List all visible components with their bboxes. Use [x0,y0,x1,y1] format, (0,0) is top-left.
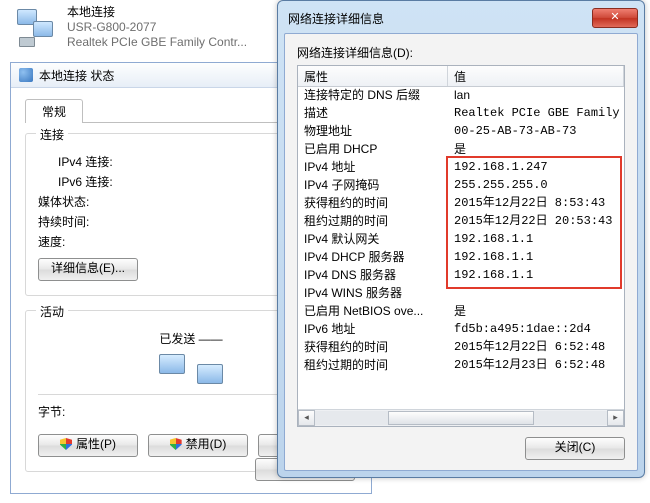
cell-property: IPv4 地址 [298,158,448,176]
list-row[interactable]: 租约过期的时间2015年12月22日 20:53:43 [298,212,624,230]
list-row[interactable]: IPv4 地址192.168.1.247 [298,158,624,176]
cell-value: fd5b:a495:1dae::2d4 [448,320,624,338]
group-activity-legend: 活动 [36,303,68,320]
ipv4-conn-label: IPv4 连接: [58,153,113,170]
ipv6-conn-label: IPv6 连接: [58,173,113,190]
cell-value: 2015年12月22日 20:53:43 [448,212,624,230]
list-row[interactable]: IPv4 默认网关192.168.1.1 [298,230,624,248]
list-row[interactable]: 已启用 DHCP是 [298,140,624,158]
sent-label: 已发送 —— [159,330,222,347]
connection-adapter: Realtek PCIe GBE Family Contr... [67,35,247,50]
cell-property: 获得租约的时间 [298,194,448,212]
details-button[interactable]: 详细信息(E)... [38,258,138,281]
cell-value: 00-25-AB-73-AB-73 [448,122,624,140]
list-row[interactable]: IPv4 DHCP 服务器192.168.1.1 [298,248,624,266]
group-connection-legend: 连接 [36,126,68,143]
cell-value: 192.168.1.1 [448,266,624,284]
close-icon[interactable]: ✕ [592,8,638,28]
speed-label: 速度: [38,233,65,250]
connection-subtitle: USR-G800-2077 [67,20,247,35]
shield-icon [170,438,182,450]
list-row[interactable]: 物理地址00-25-AB-73-AB-73 [298,122,624,140]
cell-property: 租约过期的时间 [298,356,448,374]
connection-name: 本地连接 [67,5,247,20]
cell-value: 是 [448,140,624,158]
duration-label: 持续时间: [38,213,89,230]
cell-property: 租约过期的时间 [298,212,448,230]
status-title: 本地连接 状态 [39,67,114,84]
details-titlebar[interactable]: 网络连接详细信息 ✕ [284,7,638,33]
scroll-right-arrow[interactable]: ▸ [607,410,624,426]
properties-button[interactable]: 属性(P) [38,434,138,457]
list-row[interactable]: IPv4 WINS 服务器 [298,284,624,302]
cell-value: 192.168.1.1 [448,230,624,248]
scroll-track[interactable] [315,411,607,425]
cell-value: 2015年12月23日 6:52:48 [448,356,624,374]
list-row[interactable]: 描述Realtek PCIe GBE Family Contro [298,104,624,122]
list-row[interactable]: IPv4 子网掩码255.255.255.0 [298,176,624,194]
list-row[interactable]: IPv6 地址fd5b:a495:1dae::2d4 [298,320,624,338]
list-row[interactable]: 连接特定的 DNS 后缀lan [298,86,624,104]
cell-value: 2015年12月22日 8:53:43 [448,194,624,212]
details-listview[interactable]: 属性 值 连接特定的 DNS 后缀lan描述Realtek PCIe GBE F… [297,65,625,427]
cell-value: 是 [448,302,624,320]
cell-property: 描述 [298,104,448,122]
connection-header: 本地连接 USR-G800-2077 Realtek PCIe GBE Fami… [15,2,247,52]
details-title: 网络连接详细信息 [288,10,384,27]
scroll-thumb[interactable] [388,411,534,425]
cell-property: 连接特定的 DNS 后缀 [298,86,448,104]
cell-property: IPv4 DHCP 服务器 [298,248,448,266]
details-caption: 网络连接详细信息(D): [297,44,625,61]
details-close-button[interactable]: 关闭(C) [525,437,625,460]
cell-value: Realtek PCIe GBE Family Contro [448,104,624,122]
activity-icon [159,350,223,386]
cell-value: 192.168.1.247 [448,158,624,176]
shield-icon [60,438,72,450]
list-row[interactable]: 获得租约的时间2015年12月22日 6:52:48 [298,338,624,356]
cell-property: 获得租约的时间 [298,338,448,356]
list-row[interactable]: IPv4 DNS 服务器192.168.1.1 [298,266,624,284]
list-row[interactable]: 租约过期的时间2015年12月23日 6:52:48 [298,356,624,374]
cell-value: 192.168.1.1 [448,248,624,266]
cell-property: IPv4 默认网关 [298,230,448,248]
network-icon [15,7,55,47]
list-row[interactable]: 已启用 NetBIOS ove...是 [298,302,624,320]
cell-property: 物理地址 [298,122,448,140]
cell-value: 2015年12月22日 6:52:48 [448,338,624,356]
cell-property: IPv4 WINS 服务器 [298,284,448,302]
cell-value: 255.255.255.0 [448,176,624,194]
horizontal-scrollbar[interactable]: ◂ ▸ [298,409,624,426]
cell-property: IPv4 DNS 服务器 [298,266,448,284]
tab-general[interactable]: 常规 [25,99,83,123]
cell-property: IPv4 子网掩码 [298,176,448,194]
cell-value [448,284,624,302]
col-header-value[interactable]: 值 [448,66,624,86]
disable-button[interactable]: 禁用(D) [148,434,248,457]
bytes-label: 字节: [38,403,65,420]
scroll-left-arrow[interactable]: ◂ [298,410,315,426]
media-label: 媒体状态: [38,193,89,210]
list-row[interactable]: 获得租约的时间2015年12月22日 8:53:43 [298,194,624,212]
cell-value: lan [448,86,624,104]
cell-property: IPv6 地址 [298,320,448,338]
window-icon [19,68,33,82]
cell-property: 已启用 NetBIOS ove... [298,302,448,320]
details-window: 网络连接详细信息 ✕ 网络连接详细信息(D): 属性 值 连接特定的 DNS 后… [277,0,645,478]
col-header-property[interactable]: 属性 [298,66,448,86]
cell-property: 已启用 DHCP [298,140,448,158]
listview-header[interactable]: 属性 值 [298,66,624,87]
